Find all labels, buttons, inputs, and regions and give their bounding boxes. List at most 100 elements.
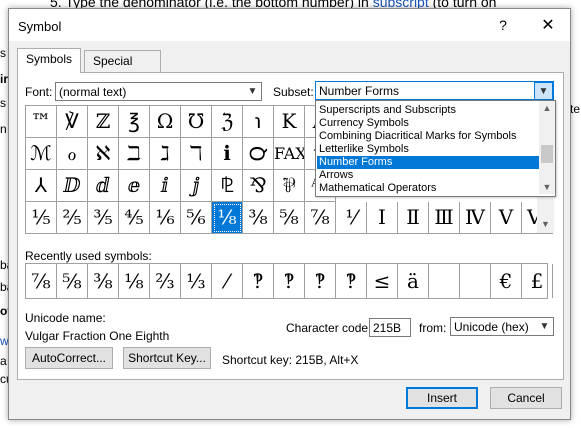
recent-symbol-cell[interactable]: ≤ <box>367 264 398 298</box>
close-icon: ✕ <box>541 17 555 34</box>
symbol-cell[interactable]: ⅉ <box>181 170 212 202</box>
help-button[interactable]: ? <box>495 17 511 35</box>
symbol-cell[interactable]: ¹⁄ <box>336 202 367 234</box>
symbol-cell[interactable]: ³⁄₅ <box>88 202 119 234</box>
symbol-cell[interactable]: ⁵⁄₆ <box>181 202 212 234</box>
symbol-cell[interactable]: ℴ <box>57 138 88 170</box>
from-value: Unicode (hex) <box>454 320 529 334</box>
symbol-cell[interactable]: ³⁄₈ <box>243 202 274 234</box>
symbol-cell[interactable]: ℣ <box>57 106 88 138</box>
symbol-cell[interactable]: ⅊ <box>212 170 243 202</box>
recent-symbol-cell[interactable]: ⅝ <box>57 264 88 298</box>
symbol-dialog: Symbol ? ✕ Symbols Special Characters Fo… <box>8 8 571 420</box>
recent-symbol-cell[interactable]: ‽ <box>336 264 367 298</box>
symbol-cell[interactable]: ℩ <box>243 106 274 138</box>
symbol-cell[interactable]: ℤ <box>88 106 119 138</box>
symbol-cell[interactable]: ⅋ <box>243 170 274 202</box>
symbol-cell[interactable]: ⅅ <box>57 170 88 202</box>
subset-option[interactable]: Letterlike Symbols <box>317 143 539 156</box>
symbol-cell[interactable]: ℥ <box>119 106 150 138</box>
symbol-cell[interactable]: ℵ <box>88 138 119 170</box>
symbol-cell[interactable]: ℹ <box>212 138 243 170</box>
doc-fragment: ir <box>0 72 9 86</box>
symbol-cell[interactable]: ²⁄₅ <box>57 202 88 234</box>
scroll-down-icon[interactable]: ▼ <box>539 180 555 194</box>
dropdown-scrollbar[interactable]: ▲ ▼ <box>539 101 555 194</box>
symbol-cell[interactable]: Ⅲ <box>429 202 460 234</box>
char-code-input[interactable]: 215B <box>369 318 411 337</box>
dialog-title: Symbol <box>18 19 62 34</box>
shortcut-key-button[interactable]: Shortcut Key... <box>123 347 211 369</box>
unicode-name-label: Unicode name: <box>25 311 106 325</box>
recent-symbol-cell[interactable]: € <box>491 264 522 298</box>
from-label: from: <box>419 321 447 335</box>
symbol-cell[interactable]: ¹⁄₅ <box>26 202 57 234</box>
symbol-cell[interactable]: ℺ <box>243 138 274 170</box>
recent-symbol-cell[interactable]: ⅓ <box>181 264 212 298</box>
doc-fragment: a <box>0 354 7 368</box>
unicode-name-value: Vulgar Fraction One Eighth <box>25 329 170 343</box>
tab-symbols[interactable]: Symbols <box>17 48 82 73</box>
symbol-cell[interactable]: FAX <box>274 138 305 170</box>
from-select[interactable]: Unicode (hex) ▼ <box>450 317 554 336</box>
symbol-cell[interactable]: ⁵⁄₈ <box>274 202 305 234</box>
scroll-up-icon[interactable]: ▲ <box>539 101 555 115</box>
recent-symbol-cell[interactable]: ä <box>398 264 429 298</box>
cancel-button[interactable]: Cancel <box>490 387 562 409</box>
subset-option[interactable]: Currency Symbols <box>317 117 539 130</box>
subset-select[interactable]: Number Forms ▼ <box>315 81 554 100</box>
dialog-titlebar: Symbol ? ✕ <box>9 9 570 41</box>
subset-option[interactable]: Mathematical Operators <box>317 182 539 195</box>
doc-fragment: te <box>570 102 581 116</box>
symbol-cell[interactable]: ℧ <box>181 106 212 138</box>
symbol-cell[interactable]: ⁴⁄₅ <box>119 202 150 234</box>
subset-option[interactable]: Combining Diacritical Marks for Symbols <box>317 130 539 143</box>
subset-option[interactable]: Arrows <box>317 169 539 182</box>
symbol-cell[interactable]: Ⅱ <box>398 202 429 234</box>
tab-special-characters[interactable]: Special Characters <box>84 50 161 89</box>
symbol-cell[interactable]: ℳ <box>26 138 57 170</box>
doc-fragment: n <box>0 122 7 136</box>
subset-option[interactable]: Number Forms <box>317 156 539 169</box>
symbol-cell[interactable]: ™ <box>26 106 57 138</box>
symbol-cell[interactable]: ⅆ <box>88 170 119 202</box>
symbol-cell[interactable]: K <box>274 106 305 138</box>
char-code-label: Character code: <box>286 321 372 335</box>
close-button[interactable]: ✕ <box>536 15 560 37</box>
font-select[interactable]: (normal text) ▼ <box>55 82 262 101</box>
recent-symbol-cell[interactable]: £ <box>522 264 553 298</box>
symbol-cell[interactable]: Ⅳ <box>460 202 491 234</box>
symbol-cell[interactable]: ℶ <box>119 138 150 170</box>
symbol-cell[interactable]: ℨ <box>212 106 243 138</box>
symbol-cell[interactable]: ℸ <box>181 138 212 170</box>
symbol-cell[interactable]: ⅈ <box>150 170 181 202</box>
subset-option[interactable]: Superscripts and Subscripts <box>317 104 539 117</box>
symbol-cell[interactable]: Ⅴ <box>491 202 522 234</box>
symbol-cell[interactable]: ℷ <box>150 138 181 170</box>
symbol-cell[interactable]: ⅌ <box>274 170 305 202</box>
recent-symbol-cell[interactable]: ⅞ <box>26 264 57 298</box>
recent-symbol-cell[interactable]: ⅔ <box>150 264 181 298</box>
recent-symbol-cell[interactable]: ⅜ <box>88 264 119 298</box>
recent-symbol-cell[interactable] <box>429 264 460 298</box>
recent-symbol-cell[interactable]: ‽ <box>305 264 336 298</box>
symbol-cell[interactable]: Ⅰ <box>367 202 398 234</box>
insert-button[interactable]: Insert <box>406 387 478 409</box>
symbol-cell[interactable]: ⅄ <box>26 170 57 202</box>
recent-symbol-cell[interactable]: ‽ <box>243 264 274 298</box>
recent-symbol-cell[interactable] <box>460 264 491 298</box>
autocorrect-button[interactable]: AutoCorrect... <box>25 347 113 369</box>
doc-fragment: s <box>0 96 6 110</box>
font-value: (normal text) <box>59 85 127 99</box>
dropdown-scroll-thumb[interactable] <box>541 145 553 163</box>
symbol-cell[interactable]: ¹⁄₆ <box>150 202 181 234</box>
subset-value: Number Forms <box>319 84 400 98</box>
recent-symbol-cell[interactable]: ⅛ <box>119 264 150 298</box>
recent-symbol-cell[interactable]: ⁄ <box>212 264 243 298</box>
symbol-cell[interactable]: ⅇ <box>119 170 150 202</box>
scroll-down-icon[interactable]: ▼ <box>537 216 554 233</box>
recent-symbol-cell[interactable]: ‽ <box>274 264 305 298</box>
symbol-cell[interactable]: ⁷⁄₈ <box>305 202 336 234</box>
symbol-cell[interactable]: ¹⁄₈ <box>212 202 243 234</box>
symbol-cell[interactable]: Ω <box>150 106 181 138</box>
